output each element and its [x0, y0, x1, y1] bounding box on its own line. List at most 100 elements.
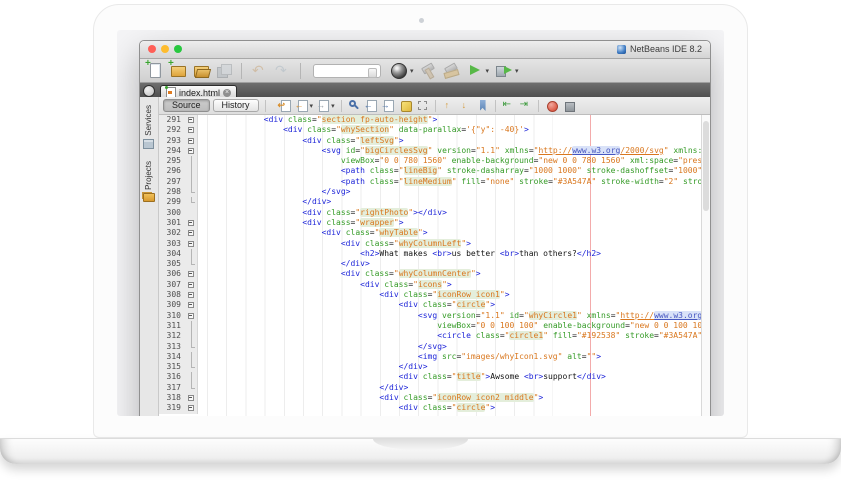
toggle-bookmark-icon[interactable]: [475, 98, 490, 113]
forward-icon[interactable]: [316, 98, 331, 113]
code-text: <div class="wrapper">: [198, 218, 710, 228]
code-text: <path class="lineMedium" fill="none" str…: [198, 177, 710, 187]
line-number: 314: [159, 352, 185, 362]
next-bookmark-icon[interactable]: [458, 98, 473, 113]
code-text: <path class="lineBig" stroke-dasharray="…: [198, 166, 710, 176]
netbeans-window: NetBeans IDE 8.2 ▾▾▾ index.html ×: [139, 40, 711, 416]
main-toolbar: ▾ ▾ ▾: [140, 59, 710, 83]
open-project-icon[interactable]: [191, 61, 210, 80]
save-all-icon[interactable]: [214, 61, 233, 80]
fold-toggle-icon[interactable]: [185, 290, 198, 300]
fold-toggle-icon[interactable]: [185, 125, 198, 135]
code-line: 309 <div class="circle">: [159, 300, 710, 310]
tab-close-icon[interactable]: ×: [223, 89, 231, 97]
new-project-icon[interactable]: [168, 61, 187, 80]
fold-toggle-icon[interactable]: [185, 239, 198, 249]
find-previous-occurrence-icon[interactable]: [364, 98, 379, 113]
code-lines: 291 <div class="section fp-auto-height">…: [159, 115, 710, 414]
fold-toggle-icon[interactable]: [185, 280, 198, 290]
lid-notch: [373, 439, 468, 450]
previous-bookmark-icon[interactable]: [441, 98, 456, 113]
fold-toggle-icon[interactable]: [185, 218, 198, 228]
code-line: 305 </div>: [159, 259, 710, 269]
window-title-area: NetBeans IDE 8.2: [617, 44, 702, 54]
fold-guide: [185, 166, 198, 176]
minimize-window-button[interactable]: [161, 45, 169, 53]
debug-project-dropdown-caret[interactable]: ▾: [515, 67, 519, 75]
fold-guide: [185, 156, 198, 166]
debug-project-icon[interactable]: [494, 61, 513, 80]
shift-line-left-icon[interactable]: [501, 98, 516, 113]
toggle-highlight-search-icon[interactable]: [398, 98, 413, 113]
fold-toggle-icon[interactable]: [185, 228, 198, 238]
fold-guide: [185, 383, 198, 393]
toggle-rectangular-selection-icon[interactable]: [415, 98, 430, 113]
code-line: 315 </div>: [159, 362, 710, 372]
stop-macro-recording-icon[interactable]: [561, 98, 576, 113]
back-dropdown-caret[interactable]: ▾: [310, 102, 314, 110]
sidebar-item-services[interactable]: Services: [140, 105, 157, 149]
line-number: 311: [159, 321, 185, 331]
clean-and-build-project-icon[interactable]: [442, 61, 461, 80]
fold-guide: [185, 372, 198, 382]
code-text: <div class="circle">: [198, 300, 710, 310]
fold-toggle-icon[interactable]: [185, 393, 198, 403]
fold-toggle-icon[interactable]: [185, 311, 198, 321]
scrollbar-thumb[interactable]: [703, 121, 709, 211]
code-line: 298 </svg>: [159, 187, 710, 197]
configuration-combo-icon[interactable]: [313, 64, 381, 78]
code-editor[interactable]: 291 <div class="section fp-auto-height">…: [159, 115, 710, 416]
toolbar-separator: [538, 100, 539, 112]
code-line: 303 <div class="whyColumnLeft">: [159, 239, 710, 249]
find-selection-icon[interactable]: [347, 98, 362, 113]
line-number: 293: [159, 136, 185, 146]
tab-scroll-button[interactable]: [143, 85, 155, 97]
fold-toggle-icon[interactable]: [185, 146, 198, 156]
left-dock: Services Projects: [140, 97, 159, 416]
code-line: 295 viewBox="0 0 780 1560" enable-backgr…: [159, 156, 710, 166]
run-project-dropdown-caret[interactable]: ▾: [486, 67, 490, 75]
source-button[interactable]: Source: [163, 99, 210, 112]
line-number: 316: [159, 372, 185, 382]
forward-dropdown-caret[interactable]: ▾: [331, 102, 335, 110]
fold-guide: [185, 362, 198, 372]
editor-toolbar-icons: ▾▾: [278, 98, 576, 113]
line-number: 308: [159, 290, 185, 300]
history-button[interactable]: History: [213, 99, 259, 112]
code-text: <div class="iconRow icon2 middle">: [198, 393, 710, 403]
projects-icon: [143, 193, 155, 202]
editor-scrollbar[interactable]: [701, 115, 710, 416]
zoom-window-button[interactable]: [174, 45, 182, 53]
code-text: <circle class="circle1" fill="#192538" s…: [198, 331, 710, 341]
last-edit-position-icon[interactable]: [278, 98, 293, 113]
line-number: 296: [159, 166, 185, 176]
code-text: <div class="circle">: [198, 403, 710, 413]
code-line: 311 viewBox="0 0 100 100" enable-backgro…: [159, 321, 710, 331]
line-number: 317: [159, 383, 185, 393]
undo-icon[interactable]: [250, 61, 269, 80]
code-text: <svg version="1.1" id="whyCircle1" xmlns…: [198, 311, 710, 321]
back-icon[interactable]: [295, 98, 310, 113]
fold-toggle-icon[interactable]: [185, 136, 198, 146]
start-macro-recording-icon[interactable]: [544, 98, 559, 113]
line-number: 306: [159, 269, 185, 279]
line-number: 305: [159, 259, 185, 269]
build-project-icon[interactable]: [419, 61, 438, 80]
ide-globe-icon[interactable]: [389, 61, 408, 80]
shift-line-right-icon[interactable]: [518, 98, 533, 113]
ide-globe-dropdown-caret[interactable]: ▾: [410, 67, 414, 75]
run-project-icon[interactable]: [465, 61, 484, 80]
sidebar-item-projects[interactable]: Projects: [140, 161, 157, 202]
redo-icon[interactable]: [273, 61, 292, 80]
fold-toggle-icon[interactable]: [185, 403, 198, 413]
code-text: </div>: [198, 362, 710, 372]
code-line: 316 <div class="title">Awsome <br>suppor…: [159, 372, 710, 382]
fold-toggle-icon[interactable]: [185, 269, 198, 279]
editor-toolbar: Source History ▾▾: [159, 97, 710, 115]
fold-guide: [185, 331, 198, 341]
close-window-button[interactable]: [148, 45, 156, 53]
fold-toggle-icon[interactable]: [185, 300, 198, 310]
find-next-occurrence-icon[interactable]: [381, 98, 396, 113]
new-file-icon[interactable]: [145, 61, 164, 80]
fold-toggle-icon[interactable]: [185, 115, 198, 125]
